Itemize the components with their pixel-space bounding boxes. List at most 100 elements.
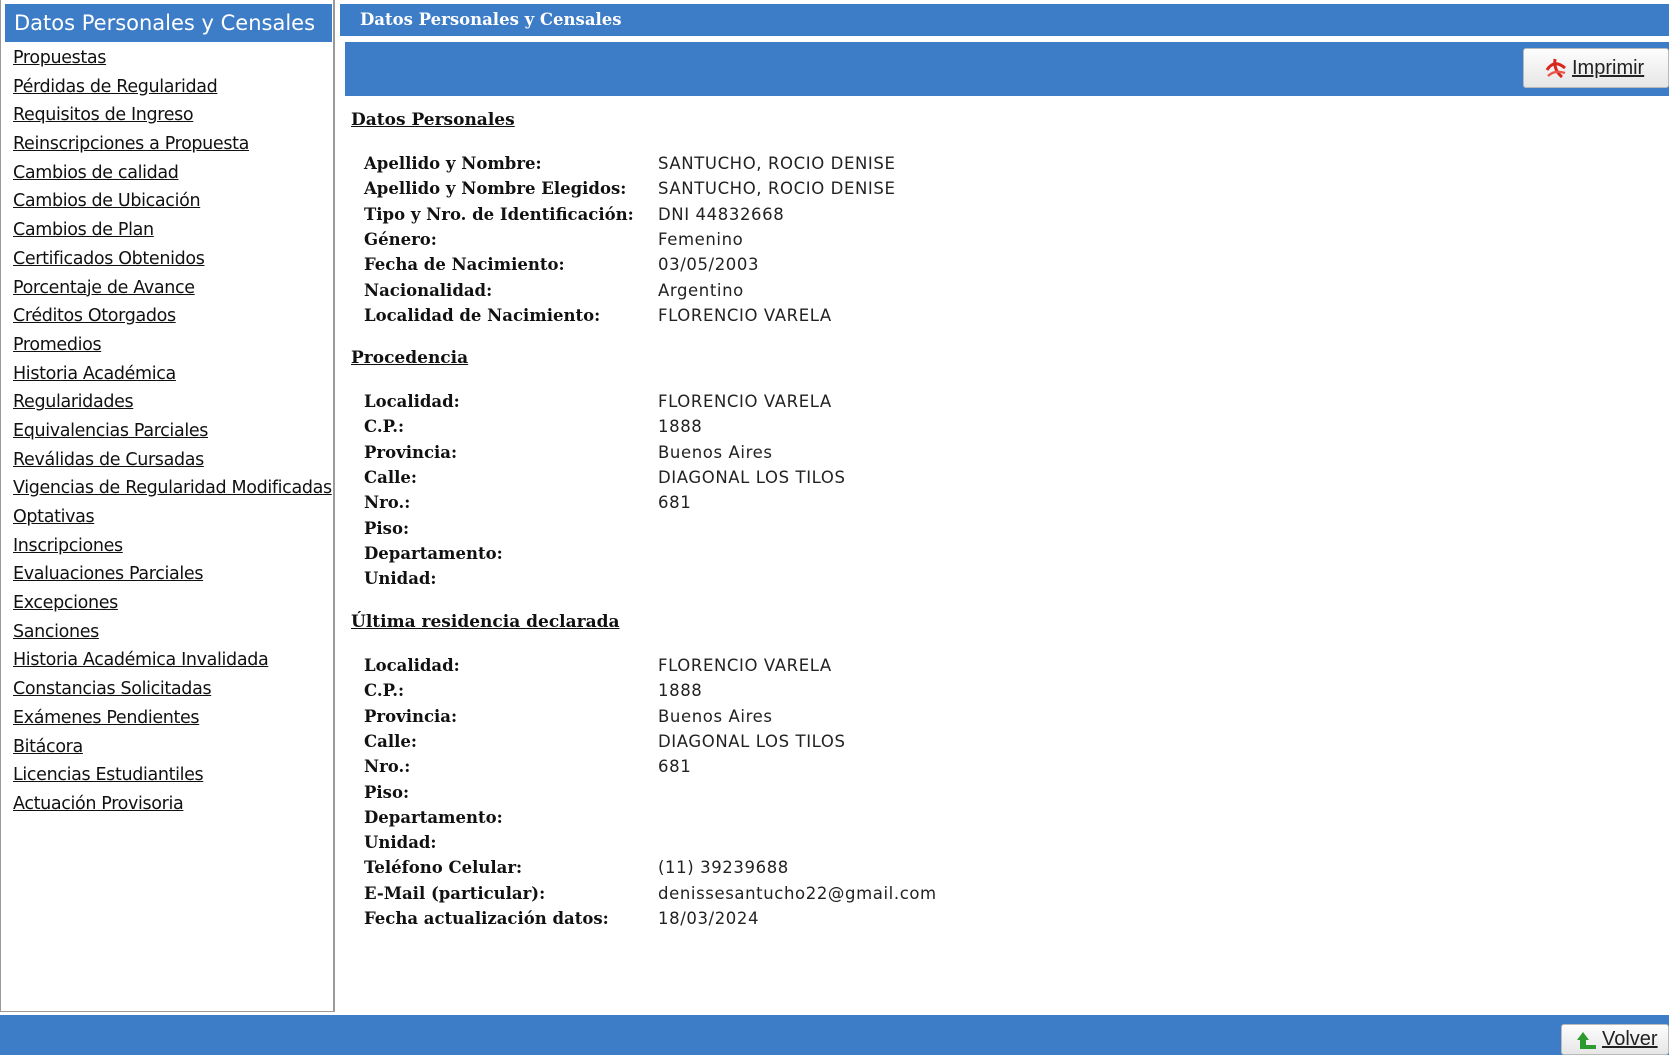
sidebar-link[interactable]: Historia Académica bbox=[13, 364, 176, 384]
field-label: C.P.: bbox=[364, 417, 405, 437]
sidebar-link[interactable]: Porcentaje de Avance bbox=[13, 278, 195, 298]
sidebar-item: Regularidades bbox=[13, 388, 332, 417]
field-value: 18/03/2024 bbox=[658, 909, 760, 928]
field-value: 1888 bbox=[658, 681, 703, 701]
field-label: Piso: bbox=[364, 782, 410, 802]
sidebar-item: Evaluaciones Parciales bbox=[13, 560, 332, 589]
sidebar-item: Licencias Estudiantiles bbox=[13, 761, 332, 790]
field-label: Nacionalidad: bbox=[364, 280, 493, 300]
field-value: FLORENCIO VARELA bbox=[658, 656, 832, 675]
print-button[interactable]: Imprimir bbox=[1523, 48, 1669, 88]
sidebar-item: Vigencias de Regularidad Modificadas bbox=[13, 474, 332, 503]
sidebar-link[interactable]: Licencias Estudiantiles bbox=[13, 765, 204, 785]
sidebar-item: Optativas bbox=[13, 503, 332, 532]
sidebar-item: Pérdidas de Regularidad bbox=[13, 73, 332, 102]
section-title: Procedencia bbox=[351, 348, 469, 368]
field-label: Tipo y Nro. de Identificación: bbox=[364, 204, 634, 224]
sidebar-item: Equivalencias Parciales bbox=[13, 417, 332, 446]
sidebar-link[interactable]: Créditos Otorgados bbox=[13, 306, 176, 326]
sidebar-link[interactable]: Reinscripciones a Propuesta bbox=[13, 134, 249, 154]
sidebar-item: Cambios de Ubicación bbox=[13, 187, 332, 216]
field-label: Localidad: bbox=[364, 392, 460, 411]
page-title: Datos Personales y Censales bbox=[340, 4, 1669, 36]
field-value: Buenos Aires bbox=[658, 706, 773, 726]
field-label: Provincia: bbox=[364, 706, 458, 726]
sidebar-item: Exámenes Pendientes bbox=[13, 704, 332, 733]
sidebar-item: Reinscripciones a Propuesta bbox=[13, 130, 332, 159]
sidebar-item: Historia Académica bbox=[13, 360, 332, 389]
sidebar-link[interactable]: Inscripciones bbox=[13, 536, 123, 556]
sidebar-link[interactable]: Excepciones bbox=[13, 593, 118, 613]
field-value: Femenino bbox=[658, 229, 744, 249]
sidebar-link[interactable]: Regularidades bbox=[13, 392, 134, 412]
sidebar-item: Créditos Otorgados bbox=[13, 302, 332, 331]
sidebar-item: Cambios de calidad bbox=[13, 159, 332, 188]
sidebar-link[interactable]: Promedios bbox=[13, 335, 102, 355]
sidebar-link[interactable]: Pérdidas de Regularidad bbox=[13, 77, 218, 97]
sidebar-link[interactable]: Actuación Provisoria bbox=[13, 794, 184, 814]
sidebar-link[interactable]: Optativas bbox=[13, 507, 95, 527]
footer-bar bbox=[0, 1015, 1669, 1055]
field-label: Calle: bbox=[364, 467, 417, 487]
pdf-icon bbox=[1545, 58, 1566, 79]
sidebar-item: Bitácora bbox=[13, 733, 332, 762]
section-title: Última residencia declarada bbox=[351, 612, 620, 632]
field-value: 03/05/2003 bbox=[658, 255, 760, 275]
back-label: Volver bbox=[1602, 1028, 1658, 1050]
green-arrow-up-icon bbox=[1577, 1031, 1596, 1049]
sidebar-link[interactable]: Constancias Solicitadas bbox=[13, 679, 212, 699]
sidebar-menu: Propuestas Pérdidas de Regularidad Requisi… bbox=[13, 44, 332, 819]
sidebar-title: Datos Personales y Censales bbox=[5, 4, 332, 42]
field-value: 1888 bbox=[658, 417, 703, 437]
sidebar-link[interactable]: Vigencias de Regularidad Modificadas bbox=[13, 478, 332, 498]
field-value: (11) 39239688 bbox=[658, 858, 789, 878]
sidebar-link[interactable]: Equivalencias Parciales bbox=[13, 421, 208, 441]
field-value: 681 bbox=[658, 757, 692, 777]
sidebar-item: Constancias Solicitadas bbox=[13, 675, 332, 704]
sidebar-item: Cambios de Plan bbox=[13, 216, 332, 245]
sidebar-link[interactable]: Sanciones bbox=[13, 622, 99, 642]
sidebar-link[interactable]: Exámenes Pendientes bbox=[13, 708, 200, 728]
field-label: Departamento: bbox=[364, 543, 503, 563]
sidebar-item: Promedios bbox=[13, 331, 332, 360]
toolbar bbox=[345, 42, 1669, 96]
sidebar-link[interactable]: Certificados Obtenidos bbox=[13, 249, 205, 269]
back-button[interactable]: Volver bbox=[1561, 1024, 1669, 1055]
print-label: Imprimir bbox=[1572, 56, 1645, 79]
field-value: Buenos Aires bbox=[658, 442, 773, 462]
sidebar-link[interactable]: Cambios de Ubicación bbox=[13, 191, 201, 211]
sidebar-link[interactable]: Evaluaciones Parciales bbox=[13, 564, 203, 584]
sidebar-item: Porcentaje de Avance bbox=[13, 274, 332, 303]
field-value: FLORENCIO VARELA bbox=[658, 392, 832, 411]
sidebar-link[interactable]: Cambios de Plan bbox=[13, 220, 154, 240]
sidebar-link[interactable]: Bitácora bbox=[13, 737, 83, 757]
field-label: Fecha de Nacimiento: bbox=[364, 255, 565, 275]
field-label: Teléfono Celular: bbox=[364, 858, 523, 878]
sidebar-link[interactable]: Requisitos de Ingreso bbox=[13, 105, 194, 125]
field-value: 681 bbox=[658, 493, 692, 513]
field-label: Nro.: bbox=[364, 493, 411, 513]
sidebar-link[interactable]: Propuestas bbox=[13, 48, 106, 68]
sidebar-item: Reválidas de Cursadas bbox=[13, 446, 332, 475]
field-value: Argentino bbox=[658, 280, 744, 300]
sidebar-item: Excepciones bbox=[13, 589, 332, 618]
field-label: E-Mail (particular): bbox=[364, 883, 546, 903]
sidebar-item: Propuestas bbox=[13, 44, 332, 73]
field-label: Localidad: bbox=[364, 656, 460, 675]
section-title: Datos Personales bbox=[351, 110, 515, 130]
field-value: DNI 44832668 bbox=[658, 204, 785, 224]
field-label: Departamento: bbox=[364, 807, 503, 827]
sidebar-link[interactable]: Cambios de calidad bbox=[13, 163, 179, 183]
field-label: Nro.: bbox=[364, 757, 411, 777]
field-label: Apellido y Nombre: bbox=[364, 154, 542, 173]
field-label: Unidad: bbox=[364, 569, 437, 589]
sidebar-link[interactable]: Reválidas de Cursadas bbox=[13, 450, 204, 470]
field-value: denissesantucho22@gmail.com bbox=[658, 883, 937, 903]
field-label: Localidad de Nacimiento: bbox=[364, 305, 601, 325]
sidebar-item: Inscripciones bbox=[13, 532, 332, 561]
field-value: DIAGONAL LOS TILOS bbox=[658, 467, 846, 487]
sidebar-link[interactable]: Historia Académica Invalidada bbox=[13, 650, 269, 670]
sidebar-item: Sanciones bbox=[13, 618, 332, 647]
field-label: Apellido y Nombre Elegidos: bbox=[364, 179, 627, 199]
field-label: Calle: bbox=[364, 731, 417, 751]
